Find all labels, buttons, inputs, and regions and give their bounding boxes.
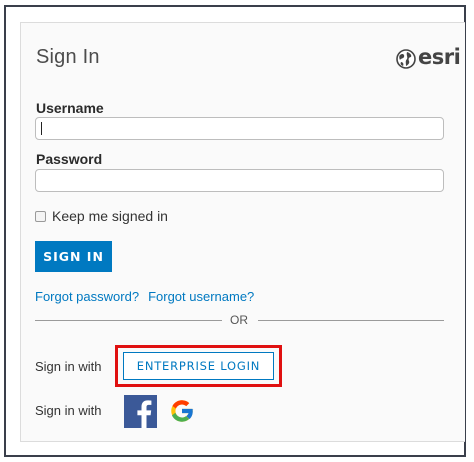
or-divider-label: OR [230, 313, 248, 327]
divider-left [35, 320, 222, 321]
username-label: Username [36, 100, 104, 116]
enterprise-login-button[interactable]: ENTERPRISE LOGIN [123, 352, 274, 380]
text-caret [41, 122, 42, 135]
esri-logo: esri [396, 45, 461, 72]
password-field[interactable] [35, 169, 444, 192]
sign-in-button[interactable]: SIGN IN [35, 241, 112, 272]
sign-in-with-social-label: Sign in with [35, 403, 102, 418]
forgot-password-link[interactable]: Forgot password? [35, 289, 139, 304]
divider-right [258, 320, 444, 321]
logo-wordmark: esri [418, 45, 461, 69]
forgot-username-link[interactable]: Forgot username? [148, 289, 254, 304]
password-label: Password [36, 151, 103, 167]
google-icon[interactable] [168, 397, 196, 425]
page-title: Sign In [36, 46, 100, 68]
keep-signed-in-row[interactable]: Keep me signed in [35, 208, 168, 224]
recovery-links: Forgot password? Forgot username? [35, 289, 254, 304]
keep-signed-in-checkbox[interactable] [35, 210, 46, 222]
keep-signed-in-label[interactable]: Keep me signed in [52, 208, 168, 224]
username-field[interactable] [35, 117, 444, 140]
facebook-icon[interactable] [124, 395, 157, 428]
sign-in-with-enterprise-label: Sign in with [35, 359, 102, 374]
globe-icon [396, 49, 416, 69]
